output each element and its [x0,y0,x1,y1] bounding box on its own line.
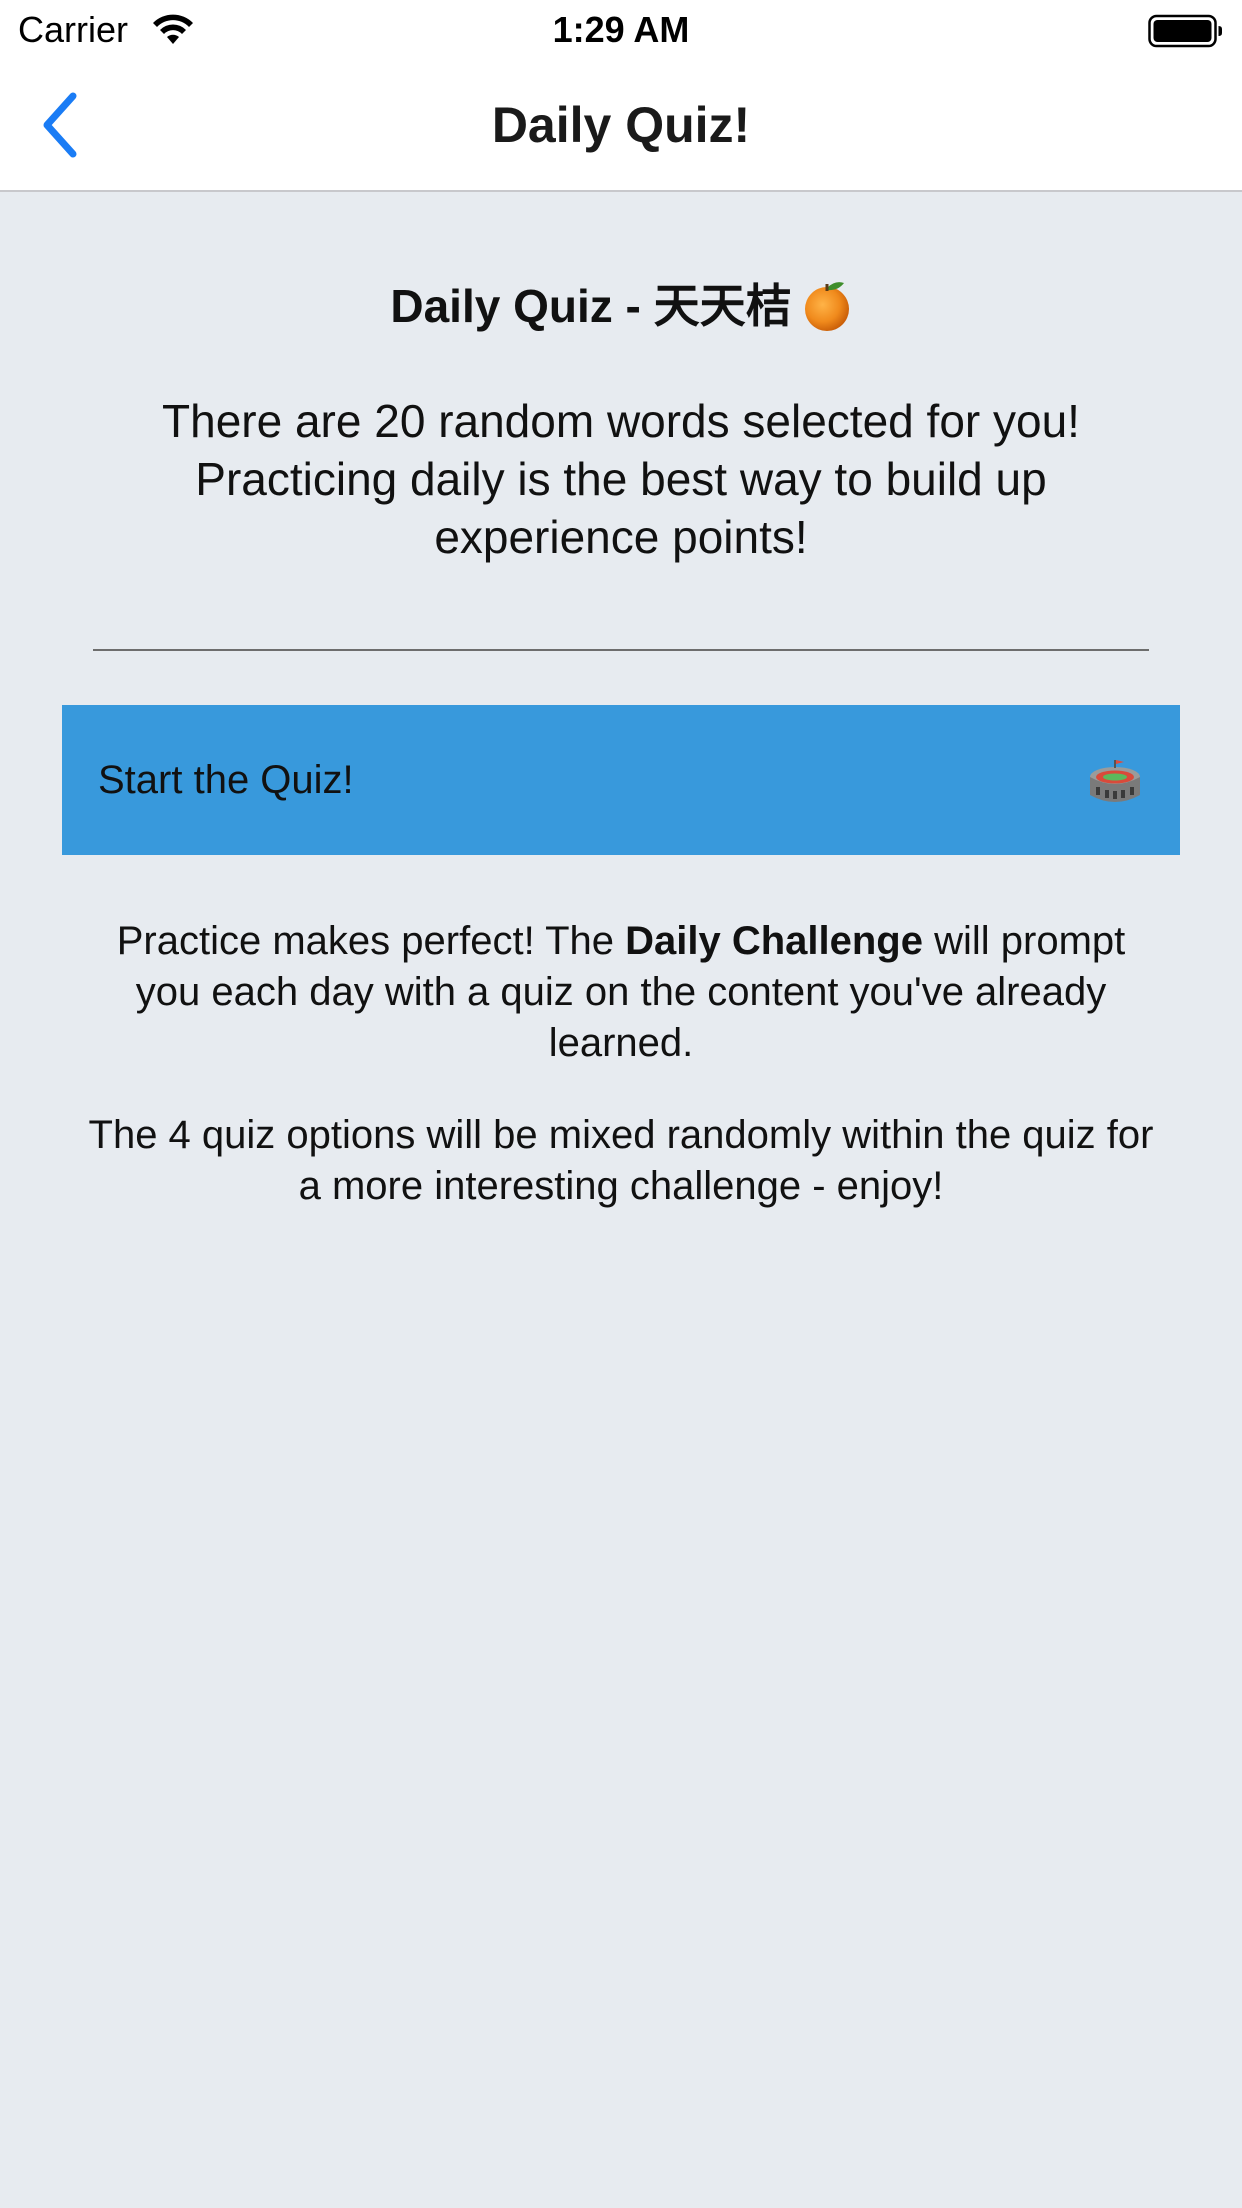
status-bar: Carrier 1:29 AM [0,0,1242,60]
daily-challenge-description: Practice makes perfect! The Daily Challe… [80,916,1162,1069]
screen: Carrier 1:29 AM Daily Quiz! Daily Quiz -… [0,0,1242,2208]
status-time: 1:29 AM [552,9,690,50]
chevron-left-icon [43,92,77,158]
quiz-options-description: The 4 quiz options will be mixed randoml… [88,1113,1154,1208]
quiz-heading: Daily Quiz - 天天桔 [0,276,1242,336]
orange-icon [804,282,849,331]
start-quiz-button[interactable]: Start the Quiz! [62,705,1180,855]
para1-text-before: Practice makes perfect! The [116,919,626,963]
navigation-bar: Daily Quiz! [0,60,1242,192]
start-quiz-label: Start the Quiz! [98,758,354,802]
quiz-heading-text: Daily Quiz - 天天桔 [390,280,792,332]
stadium-icon [1090,760,1140,802]
nav-title: Daily Quiz! [491,97,751,153]
intro-text: There are 20 random words selected for y… [162,395,1080,563]
daily-challenge-emphasis: Daily Challenge [625,919,923,963]
back-button[interactable] [14,80,104,170]
battery-icon [1148,14,1222,48]
divider [93,649,1149,651]
